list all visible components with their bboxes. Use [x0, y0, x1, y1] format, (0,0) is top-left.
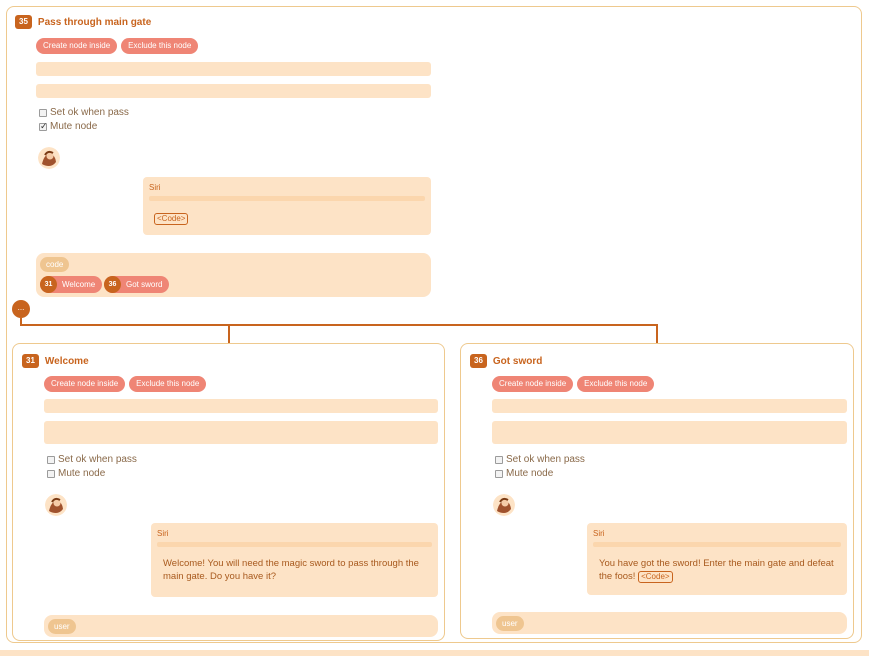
- message-text: You have got the sword! Enter the main g…: [599, 558, 834, 582]
- mute-node-checkbox-row[interactable]: Mute node: [47, 468, 105, 479]
- set-ok-label: Set ok when pass: [58, 454, 137, 465]
- node-title[interactable]: Got sword: [493, 356, 542, 367]
- node-header: 36 Got sword: [470, 352, 542, 370]
- mute-node-checkbox-row[interactable]: Mute node: [495, 468, 553, 479]
- character-avatar-icon: [38, 147, 60, 169]
- exclude-node-button[interactable]: Exclude this node: [577, 376, 655, 392]
- set-ok-checkbox[interactable]: [39, 108, 47, 117]
- node-type-pill[interactable]: code: [40, 257, 70, 272]
- bubble-divider: [593, 542, 841, 547]
- child-link-id: 36: [104, 276, 121, 293]
- exclude-node-button[interactable]: Exclude this node: [129, 376, 207, 392]
- create-node-inside-button[interactable]: Create node inside: [44, 376, 126, 392]
- mute-node-label: Mute node: [506, 468, 554, 479]
- set-ok-checkbox-row[interactable]: Set ok when pass: [495, 454, 585, 465]
- node-type-pill[interactable]: user: [496, 616, 524, 631]
- code-tag[interactable]: <Code>: [154, 213, 189, 225]
- node-footer: user: [44, 615, 438, 637]
- connector-drop-right: [656, 324, 658, 343]
- mute-node-label: Mute node: [58, 468, 106, 479]
- child-link-label: Welcome: [62, 280, 96, 289]
- node-condition-field[interactable]: [492, 421, 847, 444]
- node-text-field[interactable]: [36, 62, 431, 76]
- node-title[interactable]: Welcome: [45, 356, 89, 367]
- connector-drop-left: [228, 324, 230, 343]
- node-footer: user: [492, 612, 847, 634]
- create-node-inside-button[interactable]: Create node inside: [492, 376, 574, 392]
- more-options-button[interactable]: ...: [12, 300, 30, 318]
- node-text-field[interactable]: [492, 399, 847, 413]
- message-bubble[interactable]: Siri You have got the sword! Enter the m…: [587, 523, 847, 595]
- mute-node-checkbox[interactable]: [47, 469, 55, 478]
- code-tag[interactable]: <Code>: [638, 571, 673, 583]
- node-card-36: 36 Got sword Create node inside Exclude …: [460, 343, 854, 639]
- node-id-badge: 36: [470, 354, 487, 368]
- node-id-badge: 35: [15, 15, 32, 29]
- message-bubble[interactable]: Siri Welcome! You will need the magic sw…: [151, 523, 438, 597]
- node-card-31: 31 Welcome Create node inside Exclude th…: [12, 343, 445, 641]
- node-footer: code 31 Welcome 36 Got sword: [36, 253, 431, 297]
- node-actions: Create node inside Exclude this node: [492, 376, 655, 392]
- mute-node-checkbox[interactable]: [495, 469, 503, 478]
- set-ok-checkbox-row[interactable]: Set ok when pass: [47, 454, 137, 465]
- bubble-divider: [149, 196, 425, 201]
- node-actions: Create node inside Exclude this node: [36, 38, 199, 54]
- node-id-badge: 31: [22, 354, 39, 368]
- node-header: 31 Welcome: [22, 352, 89, 370]
- set-ok-checkbox[interactable]: [47, 455, 55, 464]
- mute-node-checkbox-row[interactable]: Mute node: [39, 121, 97, 132]
- mute-node-checkbox[interactable]: [39, 121, 48, 132]
- child-link-id: 31: [40, 276, 57, 293]
- set-ok-checkbox[interactable]: [495, 455, 503, 464]
- connector-horizontal: [20, 324, 658, 326]
- mute-node-label: Mute node: [50, 121, 98, 132]
- message-text: Welcome! You will need the magic sword t…: [163, 558, 419, 582]
- node-actions: Create node inside Exclude this node: [44, 376, 207, 392]
- bottom-scroll-strip: [0, 650, 869, 656]
- bubble-divider: [157, 542, 432, 547]
- character-avatar-icon: [493, 494, 515, 516]
- speaker-name: Siri: [157, 529, 169, 538]
- child-link-label: Got sword: [126, 280, 163, 289]
- speaker-name: Siri: [149, 183, 161, 192]
- message-bubble[interactable]: Siri <Code>: [143, 177, 431, 235]
- node-title[interactable]: Pass through main gate: [38, 17, 151, 28]
- child-link-31[interactable]: 31 Welcome: [40, 276, 103, 293]
- child-link-36[interactable]: 36 Got sword: [104, 276, 170, 293]
- set-ok-label: Set ok when pass: [506, 454, 585, 465]
- speaker-name: Siri: [593, 529, 605, 538]
- set-ok-checkbox-row[interactable]: Set ok when pass: [39, 107, 129, 118]
- node-header: 35 Pass through main gate: [15, 13, 151, 31]
- set-ok-label: Set ok when pass: [50, 107, 129, 118]
- node-condition-field[interactable]: [36, 84, 431, 98]
- exclude-node-button[interactable]: Exclude this node: [121, 38, 199, 54]
- character-avatar-icon: [45, 494, 67, 516]
- node-text-field[interactable]: [44, 399, 438, 413]
- node-condition-field[interactable]: [44, 421, 438, 444]
- node-type-pill[interactable]: user: [48, 619, 76, 634]
- create-node-inside-button[interactable]: Create node inside: [36, 38, 118, 54]
